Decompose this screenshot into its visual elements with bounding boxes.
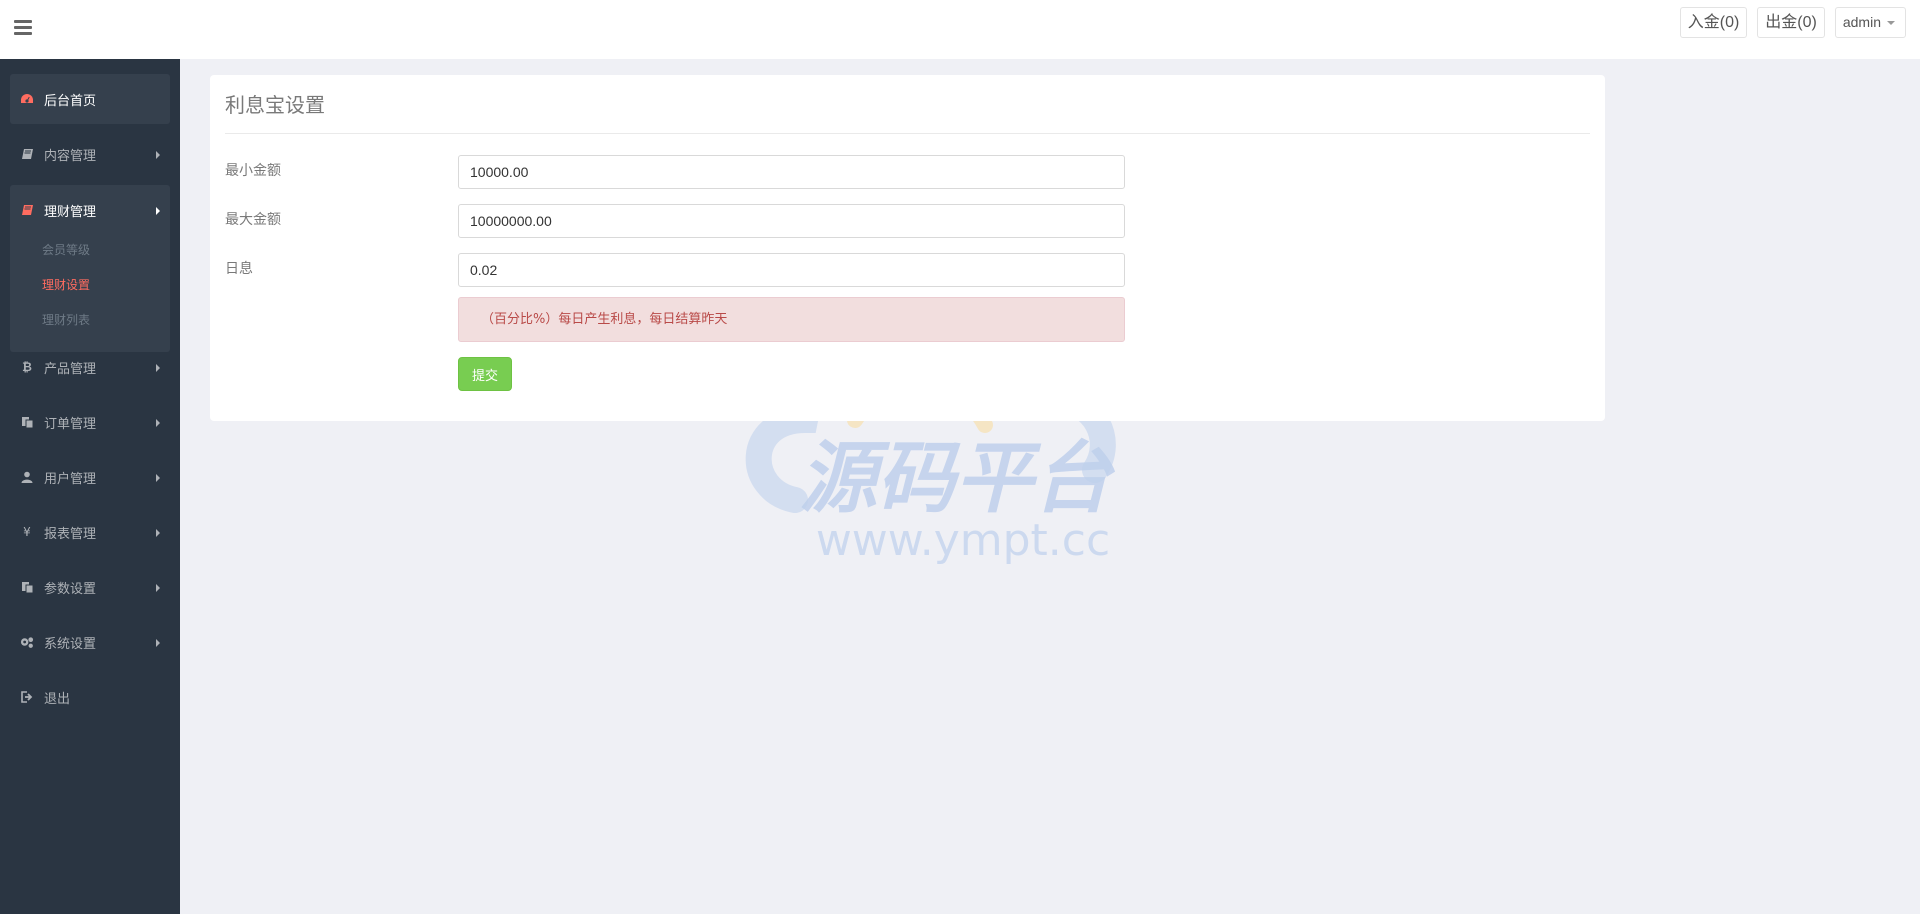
sidebar-item-label: 用户管理 bbox=[44, 471, 97, 487]
sidebar-item-finance[interactable]: 理财管理 bbox=[10, 185, 170, 235]
sidebar-item-label: 报表管理 bbox=[44, 526, 97, 542]
yen-icon: ¥ bbox=[23, 525, 31, 539]
withdraw-button[interactable]: 出金(0) bbox=[1757, 7, 1825, 38]
sidebar-item-content[interactable]: 内容管理 bbox=[10, 129, 170, 179]
sidebar-item-label: 订单管理 bbox=[44, 416, 97, 432]
watermark-url: www.ympt.cc bbox=[816, 515, 1110, 566]
gears-icon bbox=[20, 635, 34, 649]
chevron-right-icon bbox=[156, 474, 160, 482]
page-title: 利息宝设置 bbox=[225, 95, 325, 117]
user-name: admin bbox=[1842, 14, 1881, 30]
chevron-right-icon bbox=[156, 639, 160, 647]
sidebar-item-label: 理财管理 bbox=[44, 204, 97, 220]
sidebar-item-label: 产品管理 bbox=[44, 361, 97, 377]
chevron-right-icon bbox=[156, 364, 160, 372]
chevron-right-icon bbox=[156, 207, 160, 215]
min-amount-label: 最小金额 bbox=[225, 163, 281, 179]
files-icon bbox=[20, 580, 34, 594]
daily-interest-input[interactable] bbox=[458, 253, 1125, 287]
submenu-item-finance-list[interactable]: 理财列表 bbox=[42, 311, 90, 328]
interest-hint-alert: （百分比%）每日产生利息，每日结算昨天 bbox=[458, 297, 1125, 342]
sidebar-item-reports[interactable]: ¥ 报表管理 bbox=[10, 507, 170, 557]
sidebar-item-parameters[interactable]: 参数设置 bbox=[10, 562, 170, 612]
book-icon bbox=[20, 147, 34, 161]
sidebar-item-dashboard[interactable]: 后台首页 bbox=[10, 74, 170, 124]
user-dropdown[interactable]: admin bbox=[1834, 7, 1906, 38]
sidebar-item-products[interactable]: ₿ 产品管理 bbox=[10, 342, 170, 392]
daily-interest-label: 日息 bbox=[225, 261, 253, 277]
bitcoin-icon: ₿ bbox=[22, 360, 32, 374]
interest-settings-panel: 利息宝设置 最小金额 最大金额 日息 （百分比%）每日产生利息，每日结算昨天 提… bbox=[210, 75, 1605, 421]
chevron-right-icon bbox=[156, 151, 160, 159]
files-icon bbox=[20, 415, 34, 429]
sidebar-item-label: 参数设置 bbox=[44, 581, 97, 597]
submit-button[interactable]: 提交 bbox=[458, 357, 512, 391]
sidebar: 后台首页 内容管理 理财管理 会员等级 理财设置 理财列表 ₿ 产品管理 订单管… bbox=[0, 59, 180, 914]
user-icon bbox=[20, 470, 34, 484]
sidebar-item-label: 后台首页 bbox=[44, 93, 97, 109]
chevron-right-icon bbox=[156, 419, 160, 427]
book-icon bbox=[20, 203, 34, 217]
watermark-title: 源码平台 bbox=[799, 434, 1116, 524]
caret-down-icon bbox=[1887, 20, 1895, 25]
dashboard-icon bbox=[20, 92, 34, 106]
min-amount-input[interactable] bbox=[458, 155, 1125, 189]
chevron-right-icon bbox=[156, 584, 160, 592]
sidebar-item-label: 系统设置 bbox=[44, 636, 97, 652]
submenu-item-finance-settings[interactable]: 理财设置 bbox=[42, 276, 90, 293]
submenu-item-member-level[interactable]: 会员等级 bbox=[42, 241, 90, 258]
sidebar-item-logout[interactable]: 退出 bbox=[10, 672, 170, 722]
max-amount-label: 最大金额 bbox=[225, 212, 281, 228]
title-divider bbox=[225, 133, 1590, 134]
sidebar-item-label: 退出 bbox=[44, 691, 71, 707]
chevron-right-icon bbox=[156, 529, 160, 537]
menu-toggle-icon[interactable] bbox=[14, 20, 32, 36]
sidebar-item-orders[interactable]: 订单管理 bbox=[10, 397, 170, 447]
sidebar-item-users[interactable]: 用户管理 bbox=[10, 452, 170, 502]
header-actions: 入金(0) 出金(0) admin bbox=[1679, 7, 1906, 38]
sidebar-item-system[interactable]: 系统设置 bbox=[10, 617, 170, 667]
sign-out-icon bbox=[20, 690, 34, 704]
deposit-button[interactable]: 入金(0) bbox=[1679, 7, 1748, 38]
sidebar-item-label: 内容管理 bbox=[44, 148, 97, 164]
top-header: 入金(0) 出金(0) admin bbox=[0, 0, 1920, 59]
max-amount-input[interactable] bbox=[458, 204, 1125, 238]
